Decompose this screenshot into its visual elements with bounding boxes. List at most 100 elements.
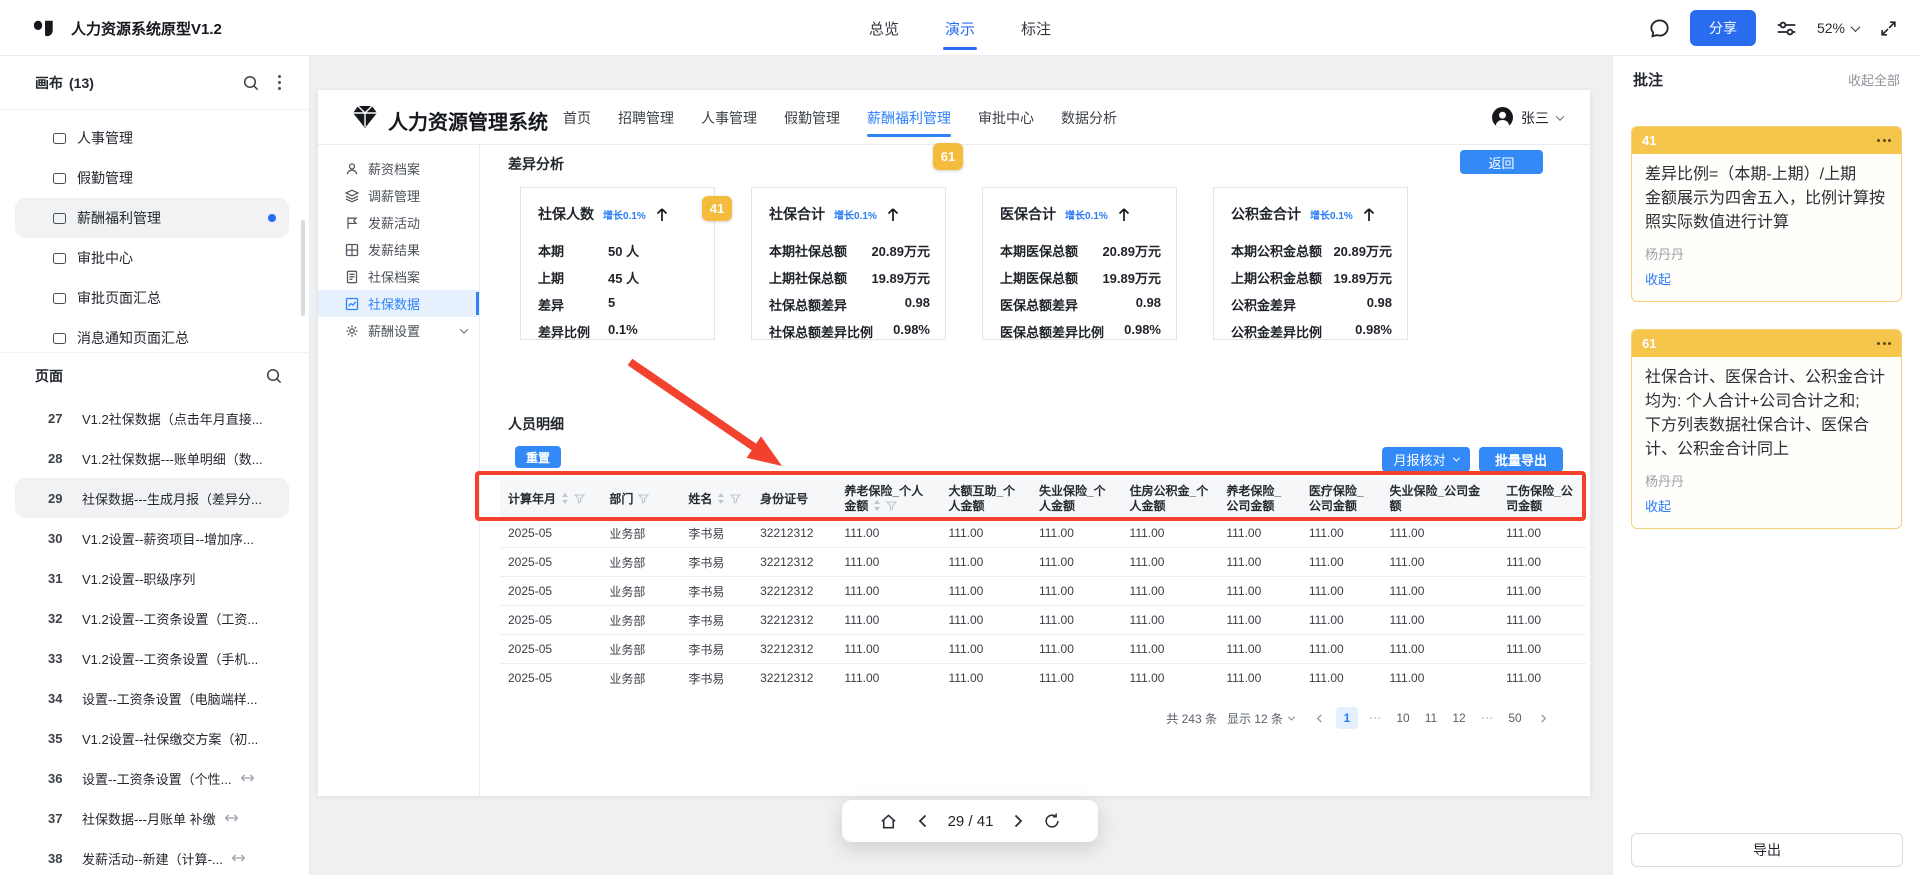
export-button[interactable]: 导出 (1631, 833, 1903, 867)
column-header[interactable]: 养老保险_个人金额 (836, 480, 940, 519)
filter-icon[interactable] (730, 494, 741, 504)
home-icon[interactable] (879, 812, 898, 831)
proto-nav-item[interactable]: 薪酬福利管理 (867, 105, 951, 131)
column-header[interactable]: 姓名 (680, 480, 752, 519)
column-header[interactable]: 医疗保险_公司金额 (1301, 480, 1382, 519)
column-header[interactable]: 部门 (601, 480, 680, 519)
pager-page[interactable]: 10 (1392, 707, 1414, 729)
pager-page[interactable]: 1 (1336, 707, 1358, 729)
search-icon[interactable] (242, 74, 260, 92)
page-item[interactable]: 33 V1.2设置--工资条设置（手机... (15, 638, 289, 678)
sort-icon[interactable] (873, 500, 881, 511)
canvas-item[interactable]: 假勤管理 (15, 158, 289, 198)
sort-icon[interactable] (717, 493, 725, 504)
view-tab[interactable]: 演示 (943, 3, 977, 54)
scrollbar[interactable] (301, 220, 305, 316)
restart-icon[interactable] (1043, 812, 1061, 830)
pager-page[interactable]: 12 (1448, 707, 1470, 729)
column-header[interactable]: 计算年月 (500, 480, 601, 519)
prev-screen-icon[interactable] (915, 813, 931, 829)
comment-bubble-icon[interactable] (1649, 18, 1670, 39)
next-screen-icon[interactable] (1010, 813, 1026, 829)
page-item[interactable]: 36 设置--工资条设置（个性... (15, 758, 289, 798)
back-button[interactable]: 返回 (1460, 150, 1543, 174)
user-menu[interactable]: 张三 (1492, 107, 1563, 128)
monthly-check-button[interactable]: 月报核对 (1382, 447, 1470, 472)
page-size-select[interactable]: 显示 12 条 (1227, 710, 1294, 727)
side-menu-item[interactable]: 社保数据 (318, 290, 479, 317)
page-item-label: V1.2设置--工资条设置（工资... (82, 609, 258, 628)
column-header[interactable]: 大额互助_个人金额 (940, 480, 1031, 519)
page-item[interactable]: 31 V1.2设置--职级序列 (15, 558, 289, 598)
table-cell: 111.00 (836, 635, 940, 664)
more-icon[interactable] (276, 72, 283, 94)
canvas-item[interactable]: 消息通知页面汇总 (15, 318, 289, 358)
column-header[interactable]: 失业保险_个人金额 (1031, 480, 1122, 519)
column-label: 部门 (609, 492, 633, 506)
table-row[interactable]: 2025-05业务部李书易32212312111.00111.00111.001… (500, 577, 1586, 606)
side-menu-item[interactable]: 发薪结果 (318, 236, 479, 263)
share-button[interactable]: 分享 (1690, 10, 1756, 46)
page-item[interactable]: 34 设置--工资条设置（电脑端样... (15, 678, 289, 718)
menu-icon (345, 297, 359, 311)
annotation-badge-61[interactable]: 61 (933, 143, 963, 170)
side-menu-item[interactable]: 调薪管理 (318, 182, 479, 209)
batch-export-button[interactable]: 批量导出 (1479, 447, 1563, 472)
page-item[interactable]: 27 V1.2社保数据（点击年月直接... (15, 398, 289, 438)
settings-sliders-icon[interactable] (1776, 18, 1797, 39)
column-header[interactable]: 失业保险_公司金额 (1381, 480, 1498, 519)
page-item[interactable]: 30 V1.2设置--薪资项目--增加序... (15, 518, 289, 558)
table-row[interactable]: 2025-05业务部李书易32212312111.00111.00111.001… (500, 664, 1586, 693)
pager-page[interactable]: 11 (1420, 707, 1442, 729)
sort-icon[interactable] (561, 493, 569, 504)
view-tab[interactable]: 标注 (1019, 3, 1053, 54)
comment-collapse-link[interactable]: 收起 (1645, 496, 1671, 515)
table-row[interactable]: 2025-05业务部李书易32212312111.00111.00111.001… (500, 635, 1586, 664)
column-header[interactable]: 工伤保险_公司金额 (1498, 480, 1586, 519)
side-menu-item[interactable]: 薪资档案 (318, 155, 479, 182)
table-row[interactable]: 2025-05业务部李书易32212312111.00111.00111.001… (500, 548, 1586, 577)
fullscreen-icon[interactable] (1879, 19, 1898, 38)
filter-icon[interactable] (574, 494, 585, 504)
comment-collapse-link[interactable]: 收起 (1645, 269, 1671, 288)
prev-page-icon[interactable] (1308, 707, 1330, 729)
proto-nav-item[interactable]: 首页 (563, 105, 591, 131)
collapse-all-link[interactable]: 收起全部 (1848, 70, 1900, 89)
comment-more-icon[interactable] (1877, 342, 1891, 345)
column-header[interactable]: 养老保险_公司金额 (1218, 480, 1300, 519)
canvas-item[interactable]: 审批中心 (15, 238, 289, 278)
annotation-badge-41[interactable]: 41 (702, 196, 732, 221)
next-page-icon[interactable] (1532, 707, 1554, 729)
page-item[interactable]: 35 V1.2设置--社保缴交方案（初... (15, 718, 289, 758)
proto-nav-item[interactable]: 数据分析 (1061, 105, 1117, 131)
filter-icon[interactable] (638, 494, 649, 504)
filter-icon[interactable] (886, 501, 897, 511)
proto-nav-item[interactable]: 招聘管理 (618, 105, 674, 131)
column-header[interactable]: 住房公积金_个人金额 (1122, 480, 1219, 519)
comment-more-icon[interactable] (1877, 139, 1891, 142)
column-header[interactable]: 身份证号 (752, 480, 836, 519)
side-menu-item[interactable]: 发薪活动 (318, 209, 479, 236)
page-item[interactable]: 38 发薪活动--新建（计算-... (15, 838, 289, 875)
side-menu-item[interactable]: 社保档案 (318, 263, 479, 290)
canvas-item[interactable]: 审批页面汇总 (15, 278, 289, 318)
page-item[interactable]: 32 V1.2设置--工资条设置（工资... (15, 598, 289, 638)
zoom-control[interactable]: 52% (1817, 20, 1859, 36)
page-item[interactable]: 29 社保数据---生成月报（差异分... (15, 478, 289, 518)
proto-nav-item[interactable]: 假勤管理 (784, 105, 840, 131)
canvas-item[interactable]: 薪酬福利管理 (15, 198, 289, 238)
table-cell: 2025-05 (500, 606, 601, 635)
canvas-item[interactable]: 人事管理 (15, 118, 289, 158)
reset-button[interactable]: 重置 (515, 446, 561, 468)
proto-nav-item[interactable]: 审批中心 (978, 105, 1034, 131)
side-menu-item[interactable]: 薪酬设置 (318, 317, 479, 344)
view-tab[interactable]: 总览 (867, 3, 901, 54)
page-item[interactable]: 37 社保数据---月账单 补缴 (15, 798, 289, 838)
table-row[interactable]: 2025-05业务部李书易32212312111.00111.00111.001… (500, 606, 1586, 635)
table-cell: 111.00 (1498, 635, 1586, 664)
pager-page[interactable]: 50 (1504, 707, 1526, 729)
table-row[interactable]: 2025-05业务部李书易32212312111.00111.00111.001… (500, 519, 1586, 548)
page-item[interactable]: 28 V1.2社保数据---账单明细（数... (15, 438, 289, 478)
pages-search-icon[interactable] (265, 367, 283, 385)
proto-nav-item[interactable]: 人事管理 (701, 105, 757, 131)
